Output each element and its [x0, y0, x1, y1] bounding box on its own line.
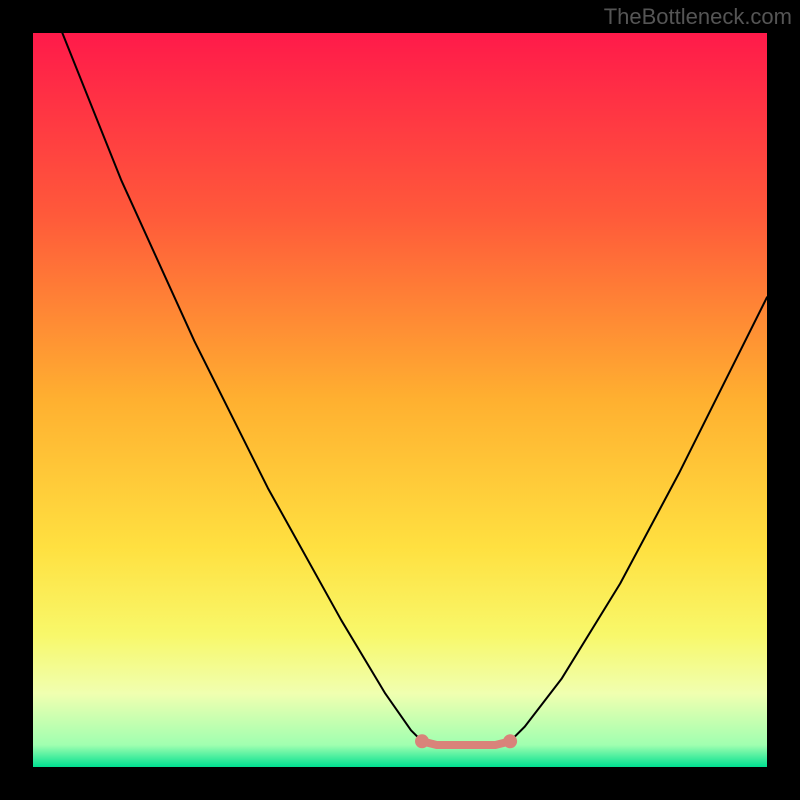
- optimal-flat: [422, 741, 510, 745]
- chart-svg: [33, 33, 767, 767]
- endpoint-marker: [415, 734, 429, 748]
- watermark-text: TheBottleneck.com: [604, 4, 792, 30]
- chart-frame: TheBottleneck.com: [0, 0, 800, 800]
- endpoint-marker: [503, 734, 517, 748]
- gradient-background: [33, 33, 767, 767]
- plot-area: [33, 33, 767, 767]
